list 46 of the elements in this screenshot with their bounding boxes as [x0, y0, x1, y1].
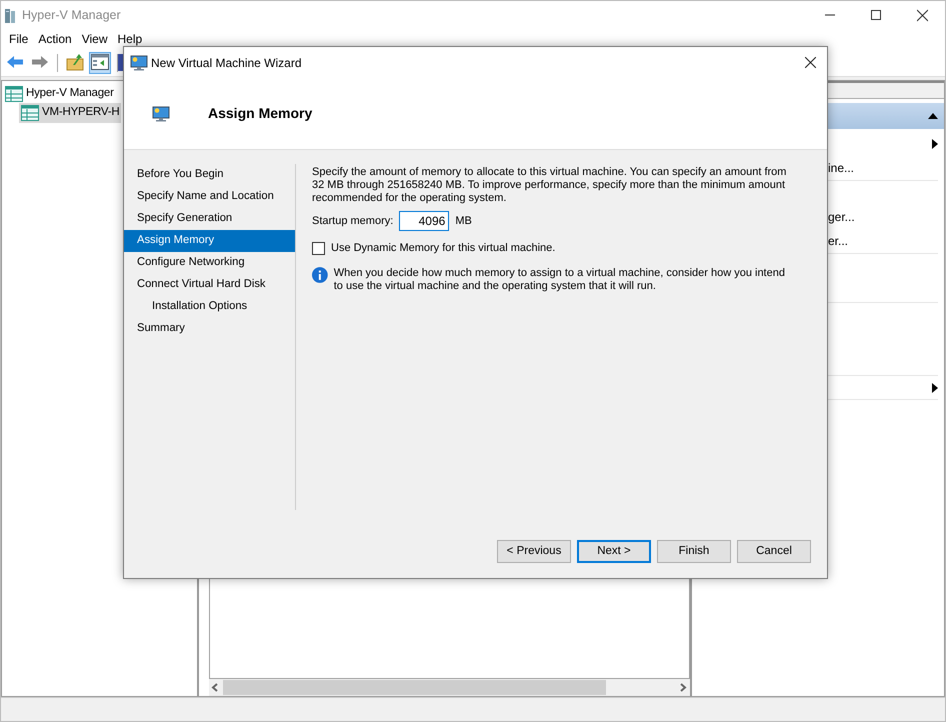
folder-up-button[interactable] [64, 52, 86, 74]
close-icon[interactable] [916, 9, 928, 22]
unit-label: MB [455, 214, 472, 228]
wizard-button[interactable]: Finish [657, 540, 731, 563]
memory-input[interactable]: 4096 [399, 211, 450, 231]
wizard-step[interactable]: Configure Networking [124, 252, 295, 274]
info-icon [312, 267, 328, 283]
server-grid-icon [21, 104, 39, 121]
maximize-icon[interactable] [870, 9, 882, 22]
menu-item[interactable]: Action [33, 32, 77, 46]
wizard-button[interactable]: Cancel [737, 540, 811, 563]
tree-item[interactable]: VM-HYPERV-H [19, 103, 122, 122]
wizard-step[interactable]: Summary [124, 318, 295, 340]
wizard-step[interactable]: Specify Generation [124, 208, 295, 230]
submenu-arrow-icon[interactable] [932, 139, 938, 150]
info-text: When you decide how much memory to assign to a virtual machine, consider how you intend to use the virtual machine and the operating system that it will run. [334, 267, 786, 293]
close-icon[interactable] [804, 57, 816, 68]
monitor-icon [130, 54, 148, 70]
tree-item[interactable]: Hyper-V Manager [3, 84, 116, 104]
wizard-step[interactable]: Installation Options [124, 296, 295, 318]
field-label: Startup memory: [312, 214, 394, 228]
wizard-step[interactable]: Assign Memory [124, 230, 295, 252]
menu-item[interactable]: Help [112, 32, 148, 46]
page-heading: Assign Memory [208, 104, 312, 123]
wizard-button[interactable]: < Previous [497, 540, 571, 563]
collapse-icon[interactable] [928, 113, 938, 119]
checkbox[interactable] [312, 242, 325, 255]
action-link[interactable]: ine... [828, 159, 854, 178]
window-title: Hyper-V Manager [22, 7, 121, 24]
wizard-step[interactable]: Before You Begin [124, 164, 295, 186]
wizard-step[interactable]: Connect Virtual Hard Disk [124, 274, 295, 296]
monitor-icon [152, 106, 170, 122]
checkbox-label[interactable]: Use Dynamic Memory for this virtual machine. [331, 242, 556, 255]
wizard-step[interactable]: Specify Name and Location [124, 186, 295, 208]
menu-item[interactable]: File [4, 32, 34, 46]
action-link[interactable]: ger... [828, 208, 855, 226]
wizard-button[interactable]: Next > [577, 540, 651, 563]
submenu-arrow-icon[interactable] [932, 382, 938, 393]
app-icon [4, 8, 16, 24]
description-text: Specify the amount of memory to allocate to this virtual machine. You can specify an amount from 32 MB through 251658240 MB. To improve performance, specify more than the minimum amount recommended for the operating system. [312, 166, 788, 205]
menu-item[interactable]: View [76, 32, 112, 46]
dialog-title: New Virtual Machine Wizard [151, 54, 302, 72]
action-link[interactable]: er... [828, 232, 848, 250]
pane-button[interactable] [89, 52, 111, 74]
server-grid-icon [5, 86, 23, 102]
horizontal-scrollbar[interactable] [209, 679, 690, 696]
